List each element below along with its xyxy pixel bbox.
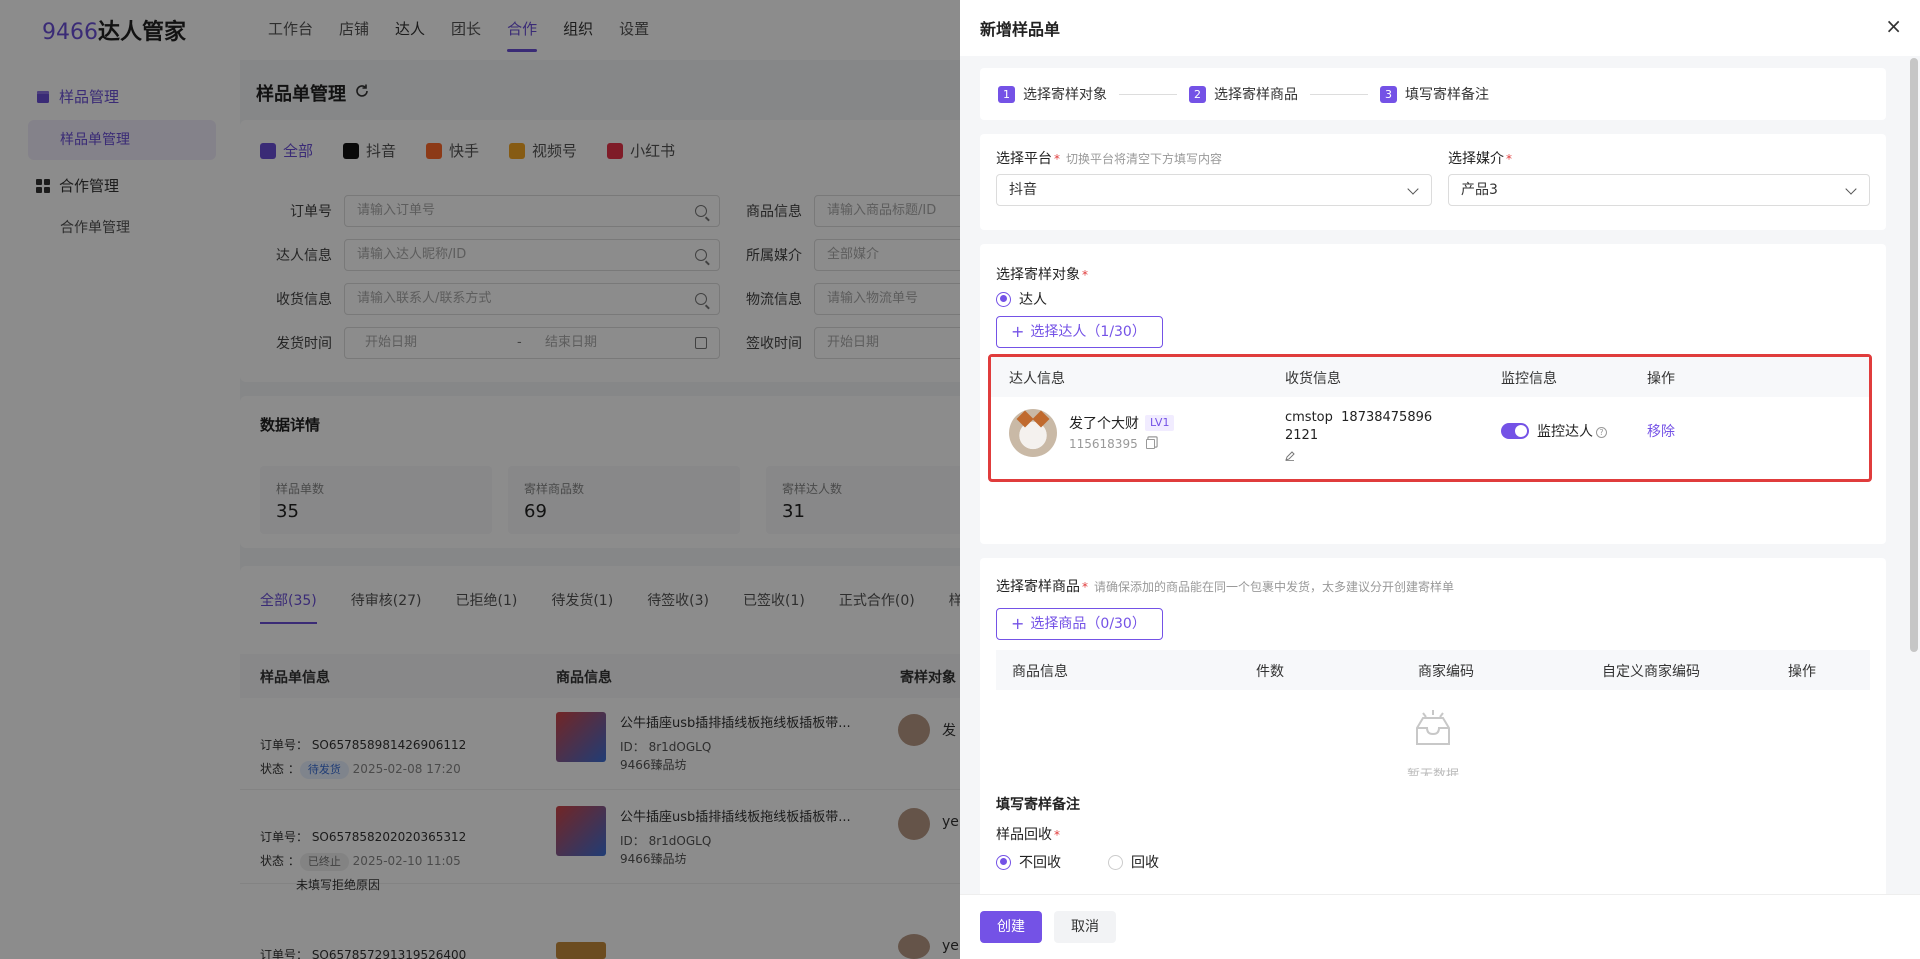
new-sample-order-drawer: 新增样品单 × 1 选择寄样对象 2 选择寄样商品 3 填写寄样备注 选择平台 * 切换平… [960,0,1920,959]
drawer-title: 新增样品单 [980,20,1061,39]
select-goods-button[interactable]: + 选择商品（0/30） [996,608,1163,640]
influencer-name: 发了个大财 [1069,416,1139,432]
step-1: 1 选择寄样对象 [998,84,1107,104]
monitor-toggle[interactable] [1501,423,1529,439]
copy-icon[interactable] [1145,439,1155,449]
step-3: 3 填写寄样备注 [1380,84,1489,104]
target-label: 选择寄样对象 * [996,267,1088,283]
drawer-footer: 创建 取消 [960,894,1920,959]
table-row: 发了个大财 LV1 115618395 cmstop 18738475896 21… [991,397,1869,479]
goods-table-header: 商品信息 件数 商家编码 自定义商家编码 操作 [996,650,1870,690]
plus-icon: + [1011,614,1025,633]
receiver-info: cmstop 18738475896 2121 [1285,410,1433,443]
avatar [1009,409,1057,457]
influencer-table-header: 达人信息 收货信息 监控信息 操作 [991,357,1869,397]
goods-label: 选择寄样商品 * 请确保添加的商品能在同一个包裹中发货，太多建议分开创建寄样单 [996,579,1455,595]
platform-media-section: 选择平台 * 切换平台将清空下方填写内容 抖音 选择媒介 * 产品3 [980,134,1886,230]
level-badge: LV1 [1145,415,1175,431]
platform-select[interactable]: 抖音 [996,174,1432,206]
drawer-header: 新增样品单 × [960,0,1920,56]
radio-unchecked-icon [1108,854,1123,870]
recycle-label: 样品回收 * [996,827,1060,843]
empty-inbox-icon [980,710,1886,754]
radio-recycle[interactable]: 回收 [1108,852,1159,872]
radio-checked-icon [996,854,1011,870]
radio-no-recycle[interactable]: 不回收 [996,852,1061,872]
close-icon[interactable]: × [1885,14,1902,38]
plus-icon: + [1011,322,1025,341]
media-select[interactable]: 产品3 [1448,174,1870,206]
remove-link[interactable]: 移除 [1647,421,1675,441]
media-label: 选择媒介 * [1448,151,1512,167]
create-button[interactable]: 创建 [980,911,1042,943]
step-divider [1119,93,1177,95]
question-icon[interactable]: ? [1596,427,1607,438]
step-2: 2 选择寄样商品 [1189,84,1298,104]
select-influencer-button[interactable]: + 选择达人（1/30） [996,316,1163,348]
cancel-button[interactable]: 取消 [1054,911,1116,943]
influencer-id: 115618395 [1069,437,1138,451]
step-divider [1310,93,1368,95]
drawer-scrollbar[interactable] [1910,58,1918,652]
steps-bar: 1 选择寄样对象 2 选择寄样商品 3 填写寄样备注 [980,68,1886,120]
radio-checked-icon [996,291,1011,307]
selected-influencer-table: 达人信息 收货信息 监控信息 操作 发了个大财 LV1 115618395 cms… [988,354,1872,482]
remark-title: 填写寄样备注 [996,797,1080,813]
edit-icon[interactable] [1285,451,1295,461]
target-radio-influencer[interactable]: 达人 [996,289,1047,309]
chevron-down-icon [1845,183,1857,195]
chevron-down-icon [1407,183,1419,195]
platform-label: 选择平台 * 切换平台将清空下方填写内容 [996,151,1223,167]
